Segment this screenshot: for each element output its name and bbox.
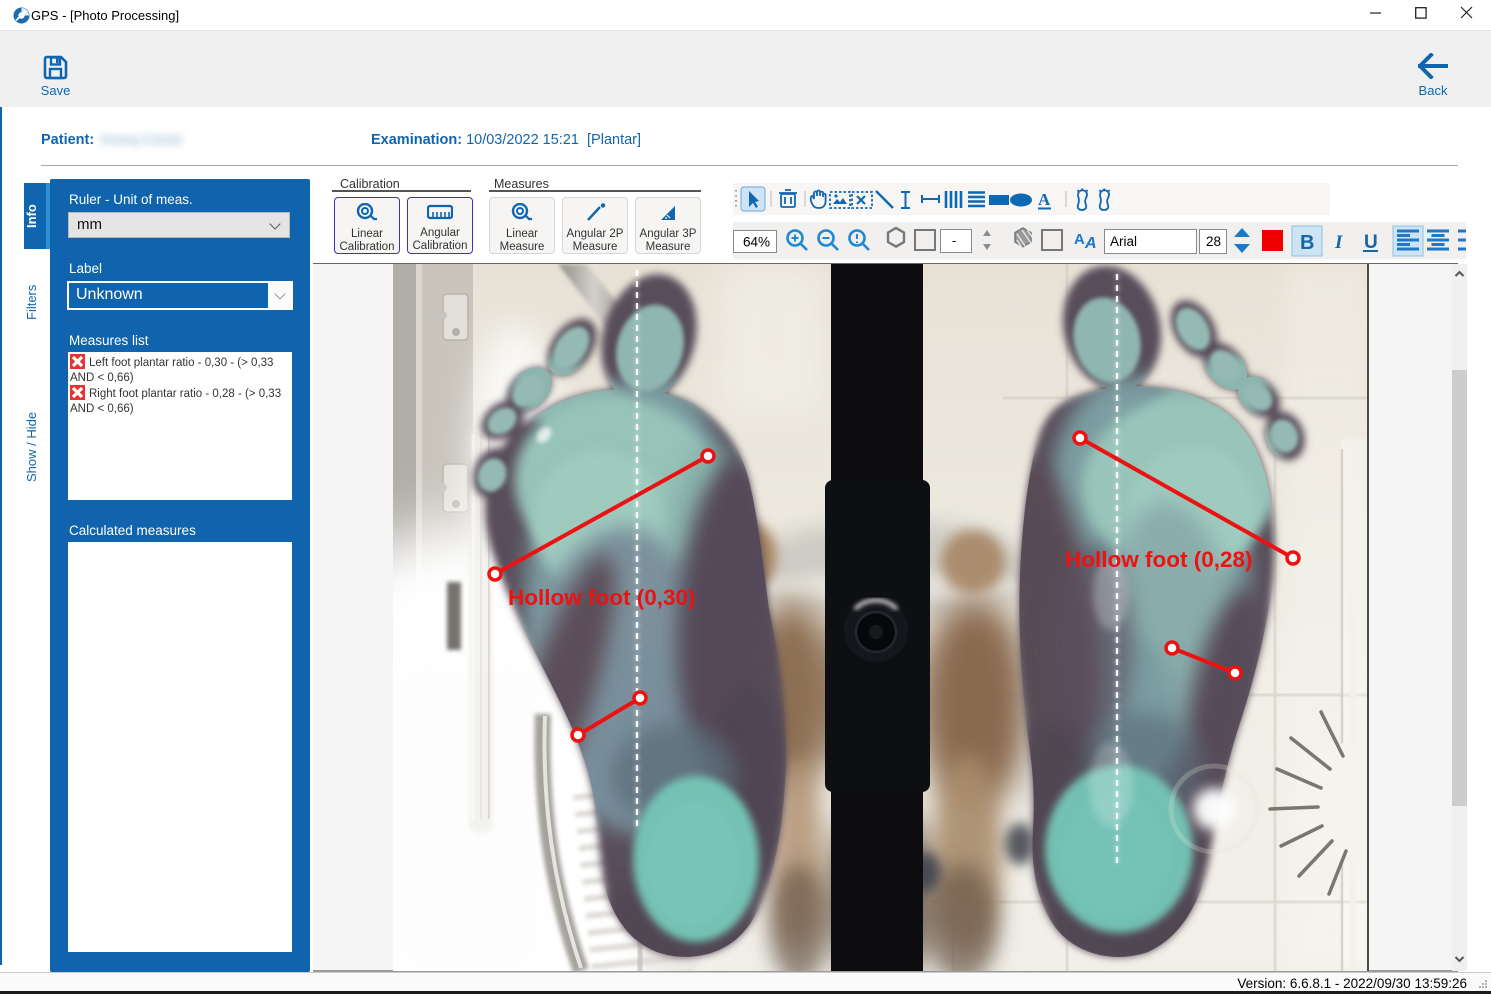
svg-text:A: A (1074, 231, 1085, 248)
svg-text:I: I (1334, 232, 1343, 253)
svg-text:28: 28 (1206, 234, 1221, 249)
svg-text:A: A (1038, 190, 1051, 209)
svg-text:A: A (1084, 235, 1097, 252)
svg-text:Arial: Arial (1110, 234, 1137, 249)
svg-text:B: B (1300, 232, 1314, 254)
svg-text:-: - (952, 233, 956, 248)
svg-text:64%: 64% (743, 235, 770, 250)
svg-text:Hollow foot (0,30): Hollow foot (0,30) (508, 585, 696, 610)
svg-text:U: U (1364, 232, 1378, 253)
svg-text:Hollow foot (0,28): Hollow foot (0,28) (1065, 547, 1253, 572)
